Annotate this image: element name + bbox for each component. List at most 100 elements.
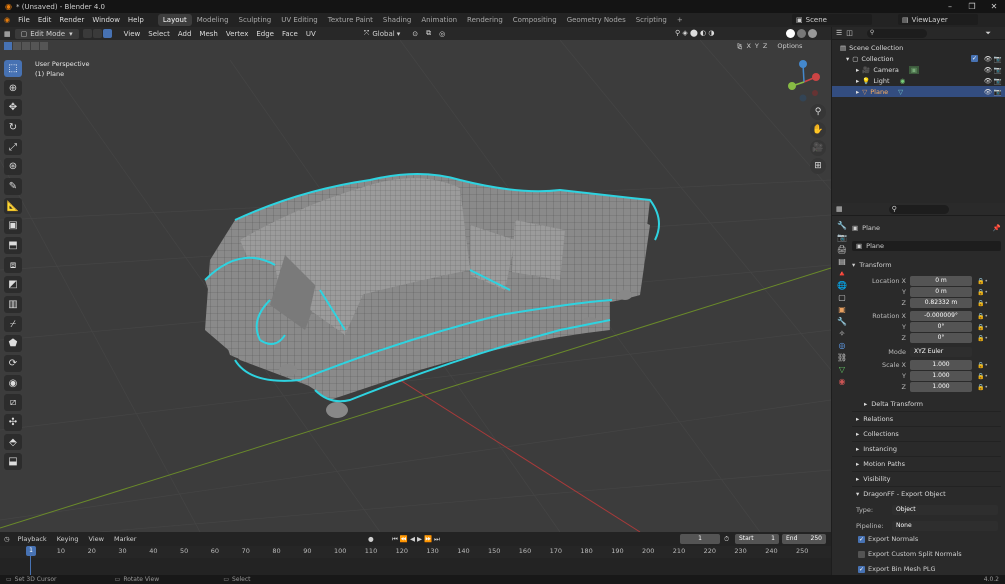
3d-viewport[interactable]: User Perspective (1) Plane ⚲ ✋ 🎥 ⊞ <box>0 40 831 532</box>
menu-file[interactable]: File <box>14 16 34 24</box>
tab-compositing[interactable]: Compositing <box>508 14 562 26</box>
eye-icon[interactable]: 👁 <box>984 88 992 96</box>
options-dropdown[interactable]: Options <box>777 42 802 50</box>
rotation-y-field[interactable]: 0° <box>910 322 972 332</box>
location-x-field[interactable]: 0 m <box>910 276 972 286</box>
navigation-gizmo[interactable] <box>784 58 826 106</box>
camera-render-icon[interactable]: 📷 <box>994 66 1002 74</box>
object-name-field[interactable]: ▣ Plane <box>852 241 1001 251</box>
select-box-icon[interactable] <box>4 42 12 50</box>
shading-material-icon[interactable] <box>797 29 806 38</box>
transform-panel-header[interactable]: ▾ Transform <box>852 259 1001 271</box>
shading-solid-icon[interactable] <box>786 29 795 38</box>
minimize-icon[interactable]: – <box>939 0 961 13</box>
transform-tool-icon[interactable]: ⊛ <box>4 158 22 176</box>
scale-x-field[interactable]: 1.000 <box>910 360 972 370</box>
pipeline-dropdown[interactable]: None <box>892 521 998 531</box>
object-tab-icon[interactable]: ▣ <box>838 305 846 314</box>
record-icon[interactable]: ● <box>368 535 374 543</box>
menu-timeline-view[interactable]: View <box>89 535 104 543</box>
blender-menu-icon[interactable]: ◉ <box>0 16 14 24</box>
add-cube-tool-icon[interactable]: ▣ <box>4 217 22 235</box>
move-tool-icon[interactable]: ✥ <box>4 99 22 117</box>
delta-transform-section[interactable]: ▸ Delta Transform <box>852 396 1001 411</box>
expand-arrow-icon[interactable]: ▾ <box>846 55 849 63</box>
vertex-select-icon[interactable] <box>82 29 92 38</box>
start-frame-field[interactable]: Start 1 <box>735 534 779 544</box>
camera-view-icon[interactable]: 🎥 <box>810 140 826 156</box>
pan-hand-icon[interactable]: ✋ <box>810 122 826 138</box>
cursor-tool-icon[interactable]: ⊕ <box>4 79 22 97</box>
bevel-tool-icon[interactable]: ◩ <box>4 276 22 294</box>
tab-layout[interactable]: Layout <box>157 14 192 26</box>
rotate-tool-icon[interactable]: ↻ <box>4 119 22 136</box>
select-invert-icon[interactable] <box>31 42 39 50</box>
location-z-field[interactable]: 0.82332 m <box>910 298 972 308</box>
menu-face[interactable]: Face <box>278 30 302 38</box>
tab-shading[interactable]: Shading <box>378 14 416 26</box>
expand-arrow-icon[interactable]: ▸ <box>856 77 859 85</box>
view-layer-tab-icon[interactable]: ▤ <box>838 257 846 266</box>
mode-selector[interactable]: ▢ Edit Mode ▾ <box>14 28 79 39</box>
face-select-icon[interactable] <box>102 29 112 38</box>
scene-tab-icon[interactable]: 🔺 <box>837 269 847 278</box>
rotation-z-field[interactable]: 0° <box>910 333 972 343</box>
tab-geometry-nodes[interactable]: Geometry Nodes <box>562 14 631 26</box>
collection-tab-icon[interactable]: ▢ <box>838 293 846 302</box>
outliner-item-light[interactable]: ▸ 💡 Light ◉ 👁 📷 <box>832 75 1005 86</box>
smooth-tool-icon[interactable]: ◉ <box>4 374 22 392</box>
outliner-item-plane[interactable]: ▸ ▽ Plane ▽ 👁 📷 <box>832 86 1005 97</box>
extrude-tool-icon[interactable]: ⬒ <box>4 237 22 254</box>
scene-collection-row[interactable]: ▤ Scene Collection <box>832 42 1005 53</box>
motion-paths-section[interactable]: ▸ Motion Paths <box>852 456 1001 471</box>
shear-tool-icon[interactable]: ⬘ <box>4 433 22 451</box>
sofa-mesh[interactable] <box>205 174 650 418</box>
menu-marker[interactable]: Marker <box>114 535 136 543</box>
type-dropdown[interactable]: Object <box>892 505 998 515</box>
expand-arrow-icon[interactable]: ▸ <box>856 66 859 74</box>
output-tab-icon[interactable]: 🖨 <box>837 245 847 254</box>
filter-icon[interactable]: ⏷ <box>985 29 991 38</box>
properties-search-input[interactable]: ⚲ <box>888 204 949 214</box>
menu-edge[interactable]: Edge <box>252 30 278 38</box>
render-tab-icon[interactable]: 📷 <box>837 233 847 242</box>
menu-uv[interactable]: UV <box>302 30 320 38</box>
outliner-search-input[interactable]: ⚲ <box>866 28 927 38</box>
timeline[interactable]: ◷ Playback Keying View Marker ● ⏮⏪◀▶⏩⏭ 1… <box>0 532 831 575</box>
loop-cut-tool-icon[interactable]: ▥ <box>4 296 22 313</box>
location-y-field[interactable]: 0 m <box>910 287 972 297</box>
menu-help[interactable]: Help <box>124 16 148 24</box>
tab-uv-editing[interactable]: UV Editing <box>276 14 323 26</box>
snap-icon[interactable]: ⧉ <box>422 29 435 38</box>
menu-mesh[interactable]: Mesh <box>195 30 221 38</box>
select-extend-icon[interactable] <box>13 42 21 50</box>
select-intersect-icon[interactable] <box>40 42 48 50</box>
dragonff-export-section[interactable]: ▾ DragonFF - Export Object <box>852 486 1001 501</box>
current-frame-field[interactable]: 1 <box>680 534 720 544</box>
camera-render-icon[interactable]: 📷 <box>994 77 1002 85</box>
physics-tab-icon[interactable]: ◎ <box>839 341 846 350</box>
shading-rendered-icon[interactable] <box>808 29 817 38</box>
lock-icons[interactable]: 🔒• 🔒• 🔒• <box>977 360 988 393</box>
collection-row[interactable]: ▾ ▢ Collection ✓ 👁 📷 <box>832 53 1005 64</box>
properties-editor-icon[interactable]: ▦ <box>836 205 843 213</box>
menu-vertex[interactable]: Vertex <box>222 30 253 38</box>
edge-select-icon[interactable] <box>92 29 102 38</box>
timeline-editor-icon[interactable]: ◷ <box>4 535 10 543</box>
modifier-tab-icon[interactable]: 🔧 <box>837 317 847 326</box>
rip-tool-icon[interactable]: ⬓ <box>4 453 22 471</box>
tool-tab-icon[interactable]: 🔧 <box>837 221 847 230</box>
scene-selector[interactable]: ▣ Scene <box>792 14 872 25</box>
annotate-tool-icon[interactable]: ✎ <box>4 178 22 195</box>
menu-select[interactable]: Select <box>144 30 174 38</box>
playback-controls[interactable]: ⏮⏪◀▶⏩⏭ <box>392 535 442 544</box>
frame-ruler[interactable]: 1102030405060708090100110120130140150160… <box>0 546 831 558</box>
scale-z-field[interactable]: 1.000 <box>910 382 972 392</box>
tab-sculpting[interactable]: Sculpting <box>234 14 277 26</box>
measure-tool-icon[interactable]: 📐 <box>4 197 22 215</box>
export-bin-mesh-plg-checkbox[interactable]: ✓ Export Bin Mesh PLG <box>858 564 936 574</box>
export-normals-checkbox[interactable]: ✓ Export Normals <box>858 534 918 544</box>
rotation-mode-dropdown[interactable]: XYZ Euler <box>910 347 972 357</box>
particles-tab-icon[interactable]: ✧ <box>839 329 846 338</box>
rotation-x-field[interactable]: -0.000009° <box>910 311 972 321</box>
